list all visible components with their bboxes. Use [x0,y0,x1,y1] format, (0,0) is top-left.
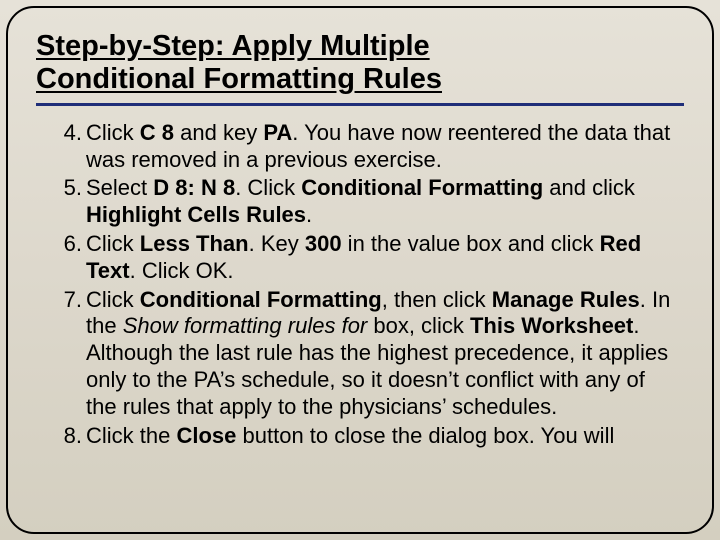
step-8: Click the Close button to close the dial… [86,423,680,450]
bold-text: D 8: N 8 [153,175,235,200]
bold-text: Conditional Formatting [301,175,543,200]
step-4: Click C 8 and key PA. You have now reent… [86,120,680,174]
slide-inner-frame: Step-by-Step: Apply Multiple Conditional… [6,6,714,534]
step-list: Click C 8 and key PA. You have now reent… [36,120,684,450]
text: . Click [235,175,301,200]
italic-text: Show formatting rules for [123,313,368,338]
text: , then click [382,287,492,312]
text: Click [86,120,140,145]
text: button to close the dialog box. You will [236,423,614,448]
bold-text: Conditional Formatting [140,287,382,312]
title-line-1: Step-by-Step: Apply Multiple [36,30,430,62]
bold-text: Close [176,423,236,448]
text: in the value box and click [342,231,600,256]
bold-text: PA [263,120,292,145]
bold-text: This Worksheet [470,313,633,338]
title-underline-rule [36,103,684,106]
text: . Click OK. [130,258,234,283]
text: Select [86,175,153,200]
text: . Key [249,231,305,256]
bold-text: Highlight Cells Rules [86,202,306,227]
text: and key [174,120,263,145]
text: Click [86,287,140,312]
bold-text: Manage Rules [492,287,640,312]
step-6: Click Less Than. Key 300 in the value bo… [86,231,680,285]
bold-text: Less Than [140,231,249,256]
text: . [306,202,312,227]
text: and click [543,175,635,200]
text: Click the [86,423,176,448]
step-5: Select D 8: N 8. Click Conditional Forma… [86,175,680,229]
title-line-2: Conditional Formatting Rules [36,63,442,95]
slide: Step-by-Step: Apply Multiple Conditional… [0,0,720,540]
slide-title: Step-by-Step: Apply Multiple Conditional… [36,30,684,97]
bold-text: C 8 [140,120,174,145]
text: Click [86,231,140,256]
step-7: Click Conditional Formatting, then click… [86,287,680,421]
text: box, click [367,313,470,338]
bold-text: 300 [305,231,342,256]
